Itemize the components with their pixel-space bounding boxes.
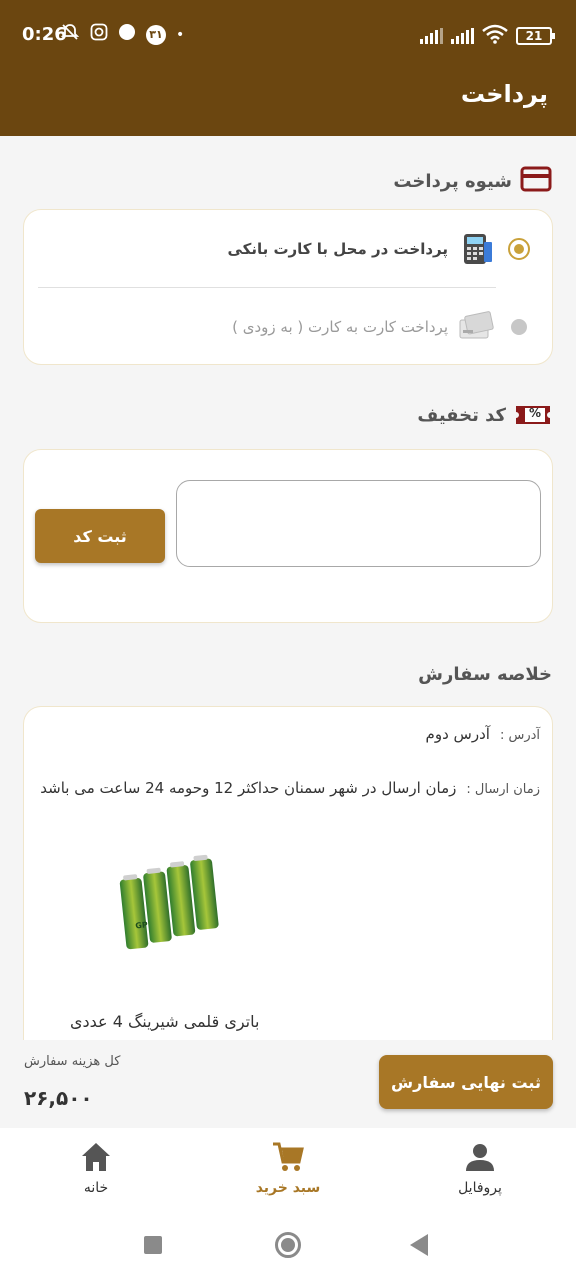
system-nav-bar	[0, 1214, 576, 1280]
wifi-icon	[482, 24, 508, 48]
signal-icon	[420, 28, 443, 44]
payment-option-card-label: پرداخت کارت به کارت ( به زودی )	[232, 318, 448, 336]
delivery-value: زمان ارسال در شهر سمنان حداکثر 12 وحومه …	[40, 779, 457, 797]
address-line: آدرس : آدرس دوم	[426, 725, 540, 743]
payment-option-cod[interactable]: پرداخت در محل با کارت بانکی	[24, 210, 552, 288]
calendar-badge: ۳۱	[146, 24, 166, 45]
battery-icon: 21	[516, 27, 555, 45]
coupon-badge-text: %	[529, 406, 542, 420]
bank-card-icon	[459, 310, 494, 344]
app-header: 0:26 ۳۱ • 21 پرداخت	[0, 0, 576, 136]
order-summary-title: خلاصه سفارش	[418, 664, 552, 685]
home-circle-icon[interactable]	[275, 1232, 301, 1258]
total-bar: کل هزینه سفارش ۲۶,۵۰۰ ثبت نهایی سفارش	[0, 1040, 576, 1130]
cart-icon	[271, 1140, 305, 1174]
final-submit-button[interactable]: ثبت نهایی سفارش	[379, 1055, 553, 1109]
payment-method-title: شیوه پرداخت	[393, 166, 552, 197]
muted-bell-icon	[60, 22, 80, 47]
credit-card-icon	[520, 166, 552, 197]
signal-2-icon	[451, 28, 474, 44]
radio-disabled[interactable]	[511, 319, 527, 335]
delivery-line: زمان ارسال : زمان ارسال در شهر سمنان حدا…	[40, 779, 540, 797]
payment-method-label: شیوه پرداخت	[393, 171, 512, 192]
page-title: پرداخت	[460, 80, 548, 108]
nav-cart-label: سبد خرید	[255, 1180, 321, 1196]
home-icon	[79, 1140, 113, 1174]
back-icon[interactable]	[410, 1234, 428, 1256]
bottom-navigation: پروفایل سبد خرید خانه	[0, 1128, 576, 1214]
instagram-icon	[90, 23, 108, 46]
submit-code-button[interactable]: ثبت کد	[35, 509, 165, 563]
dot-icon	[118, 23, 136, 46]
nav-profile-label: پروفایل	[458, 1180, 502, 1196]
battery-brand-text: GP	[135, 920, 148, 930]
small-dot-icon: •	[176, 26, 185, 43]
person-icon	[463, 1140, 497, 1174]
nav-home-label: خانه	[83, 1180, 109, 1196]
status-bar: 0:26 ۳۱ • 21	[0, 0, 576, 70]
address-value: آدرس دوم	[425, 725, 490, 743]
address-key: آدرس :	[499, 728, 540, 743]
discount-label: کد تخفیف	[417, 404, 506, 426]
checkout-content[interactable]: شیوه پرداخت پرداخت در محل با کارت بانکی …	[0, 136, 576, 1046]
nav-profile[interactable]: پروفایل	[420, 1140, 540, 1196]
discount-code-input[interactable]	[176, 480, 541, 567]
total-value: ۲۶,۵۰۰	[24, 1086, 93, 1110]
discount-card: ثبت کد	[23, 449, 553, 623]
nav-home[interactable]: خانه	[36, 1140, 156, 1196]
payment-option-cod-label: پرداخت در محل با کارت بانکی	[227, 240, 448, 258]
battery-product-image: GP	[108, 847, 228, 957]
coupon-icon: %	[514, 404, 552, 426]
order-summary-label: خلاصه سفارش	[418, 664, 552, 685]
pos-terminal-icon	[460, 232, 494, 266]
total-label: کل هزینه سفارش	[24, 1054, 121, 1069]
discount-title: % کد تخفیف	[417, 404, 552, 426]
recents-icon[interactable]	[144, 1236, 162, 1254]
payment-option-card-to-card[interactable]: پرداخت کارت به کارت ( به زودی )	[24, 288, 552, 366]
payment-options-card: پرداخت در محل با کارت بانکی پرداخت کارت …	[23, 209, 553, 365]
delivery-key: زمان ارسال :	[466, 782, 540, 797]
nav-cart[interactable]: سبد خرید	[228, 1140, 348, 1196]
product-name: باتری قلمی شیرینگ 4 عددی	[70, 1012, 260, 1031]
order-summary-card: آدرس : آدرس دوم زمان ارسال : زمان ارسال …	[23, 706, 553, 1046]
radio-selected[interactable]	[508, 238, 530, 260]
